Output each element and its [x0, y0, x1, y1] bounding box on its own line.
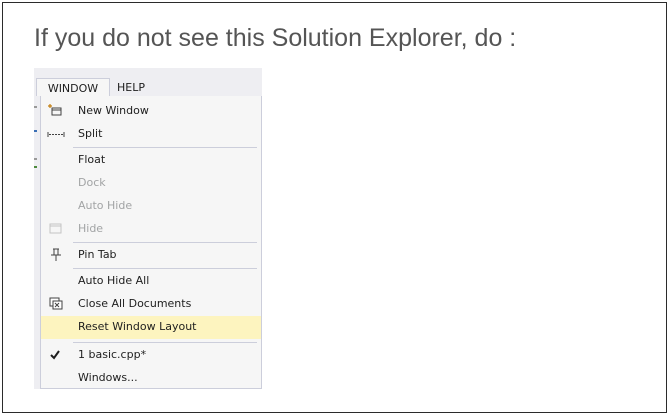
menu-item-split[interactable]: Split [41, 123, 261, 146]
menu-item-label: 1 basic.cpp* [78, 348, 147, 361]
visual-studio-menu-screenshot: WINDOW HELP New Window Split Float Dock … [34, 68, 262, 389]
menu-separator [73, 342, 257, 343]
menu-item-label: Pin Tab [78, 248, 117, 261]
menu-item-label: Windows... [78, 371, 138, 384]
menu-item-new-window[interactable]: New Window [41, 100, 261, 123]
menu-item-label: Auto Hide All [78, 274, 150, 287]
menu-item-auto-hide-all[interactable]: Auto Hide All [41, 270, 261, 293]
editor-edge-mark [34, 106, 37, 108]
menu-item-pin-tab[interactable]: Pin Tab [41, 244, 261, 267]
menu-item-hide[interactable]: Hide [41, 218, 261, 241]
pin-icon [47, 247, 65, 263]
menu-item-close-all-documents[interactable]: Close All Documents [41, 293, 261, 316]
menu-item-label: Reset Window Layout [78, 320, 197, 333]
menu-item-label: New Window [78, 104, 149, 117]
menu-item-label: Close All Documents [78, 297, 192, 310]
menu-item-dock[interactable]: Dock [41, 172, 261, 195]
new-window-icon [47, 103, 65, 119]
menu-item-auto-hide[interactable]: Auto Hide [41, 195, 261, 218]
menu-separator [73, 242, 257, 243]
menu-separator [73, 268, 257, 269]
menu-window[interactable]: WINDOW [36, 78, 110, 97]
hide-icon [47, 221, 65, 237]
menu-item-label: Auto Hide [78, 199, 133, 212]
menu-bar: WINDOW HELP [34, 68, 262, 97]
menu-item-basic-cpp[interactable]: 1 basic.cpp* [41, 344, 261, 367]
menu-item-windows[interactable]: Windows... [41, 367, 261, 389]
editor-edge-mark [34, 130, 37, 132]
menu-help[interactable]: HELP [117, 78, 145, 97]
close-all-documents-icon [47, 296, 65, 312]
menu-item-label: Dock [78, 176, 106, 189]
editor-edge-mark [34, 158, 37, 160]
checkmark-icon [47, 347, 65, 363]
menu-item-label: Float [78, 153, 106, 166]
menu-item-float[interactable]: Float [41, 149, 261, 172]
menu-item-label: Split [78, 127, 103, 140]
content-frame: If you do not see this Solution Explorer… [2, 2, 667, 413]
instruction-text: If you do not see this Solution Explorer… [34, 24, 517, 52]
menu-item-label: Hide [78, 222, 104, 235]
window-menu-dropdown: New Window Split Float Dock Auto Hide Hi… [40, 96, 262, 389]
menu-separator [73, 147, 257, 148]
split-icon [47, 126, 65, 142]
menu-item-reset-window-layout[interactable]: Reset Window Layout [41, 316, 261, 339]
editor-edge-mark [34, 166, 37, 168]
